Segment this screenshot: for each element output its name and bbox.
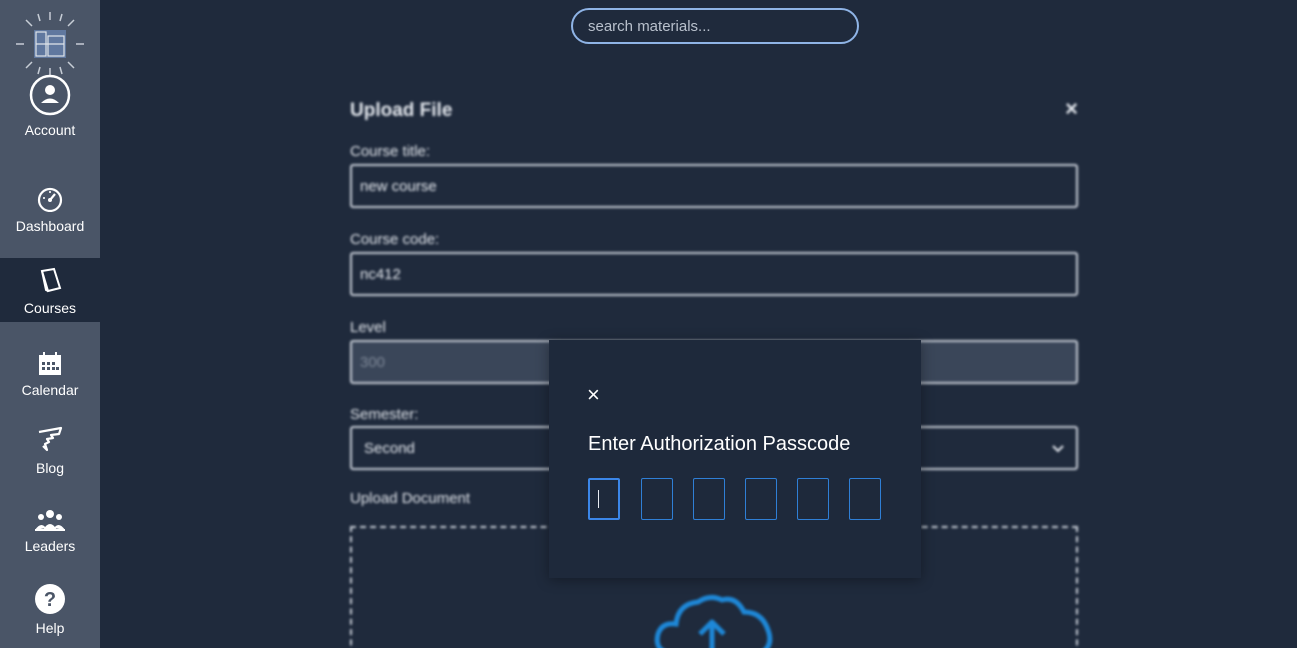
course-title-label: Course title:	[350, 143, 431, 160]
text-caret	[598, 490, 599, 508]
sidebar-item-courses[interactable]: Courses	[0, 258, 100, 322]
close-icon[interactable]: ×	[587, 384, 600, 406]
modal-title: Enter Authorization Passcode	[588, 433, 851, 455]
course-title-field[interactable]: new course	[350, 164, 1078, 208]
chevron-down-icon	[1052, 440, 1064, 457]
passcode-modal: × Enter Authorization Passcode	[549, 340, 921, 578]
account-icon	[29, 74, 71, 116]
form-close-icon[interactable]: ×	[1065, 96, 1078, 122]
passcode-digit-6[interactable]	[849, 478, 881, 520]
dashboard-icon	[36, 186, 64, 212]
passcode-digit-4[interactable]	[745, 478, 777, 520]
course-code-field[interactable]: nc412	[350, 252, 1078, 296]
sidebar-item-account[interactable]: Account	[0, 74, 100, 144]
search-input[interactable]	[571, 8, 859, 44]
sidebar-item-dashboard[interactable]: Dashboard	[0, 176, 100, 240]
passcode-digit-3[interactable]	[693, 478, 725, 520]
upload-label: Upload Document	[350, 490, 471, 507]
sidebar-item-label: Help	[35, 620, 65, 636]
sidebar-item-label: Courses	[23, 300, 77, 316]
sidebar-item-label: Calendar	[21, 382, 79, 398]
level-label: Level	[350, 319, 386, 336]
svg-text:?: ?	[44, 589, 56, 611]
calendar-icon	[38, 352, 62, 376]
sidebar-item-blog[interactable]: Blog	[0, 418, 100, 482]
sidebar-item-label: Leaders	[24, 538, 76, 554]
semester-label: Semester:	[350, 406, 419, 423]
sidebar-item-help[interactable]: ? Help	[0, 578, 100, 642]
sidebar-item-leaders[interactable]: Leaders	[0, 496, 100, 560]
passcode-digit-1[interactable]	[588, 478, 620, 520]
sidebar: Account Dashboard Courses Calendar Blog …	[0, 0, 100, 648]
leaders-icon	[34, 508, 66, 532]
passcode-digit-5[interactable]	[797, 478, 829, 520]
help-icon: ?	[35, 584, 65, 614]
blog-icon	[35, 424, 65, 454]
passcode-digit-2[interactable]	[641, 478, 673, 520]
course-code-label: Course code:	[350, 231, 440, 248]
sidebar-item-label: Blog	[35, 460, 65, 476]
book-icon	[36, 266, 64, 294]
sidebar-item-label: Dashboard	[15, 218, 85, 234]
logo[interactable]	[14, 10, 86, 78]
sidebar-item-calendar[interactable]: Calendar	[0, 340, 100, 404]
cloud-upload-icon	[652, 594, 776, 648]
sidebar-item-label: Account	[24, 122, 76, 138]
semester-value: Second	[364, 439, 415, 457]
form-title: Upload File	[350, 100, 453, 121]
